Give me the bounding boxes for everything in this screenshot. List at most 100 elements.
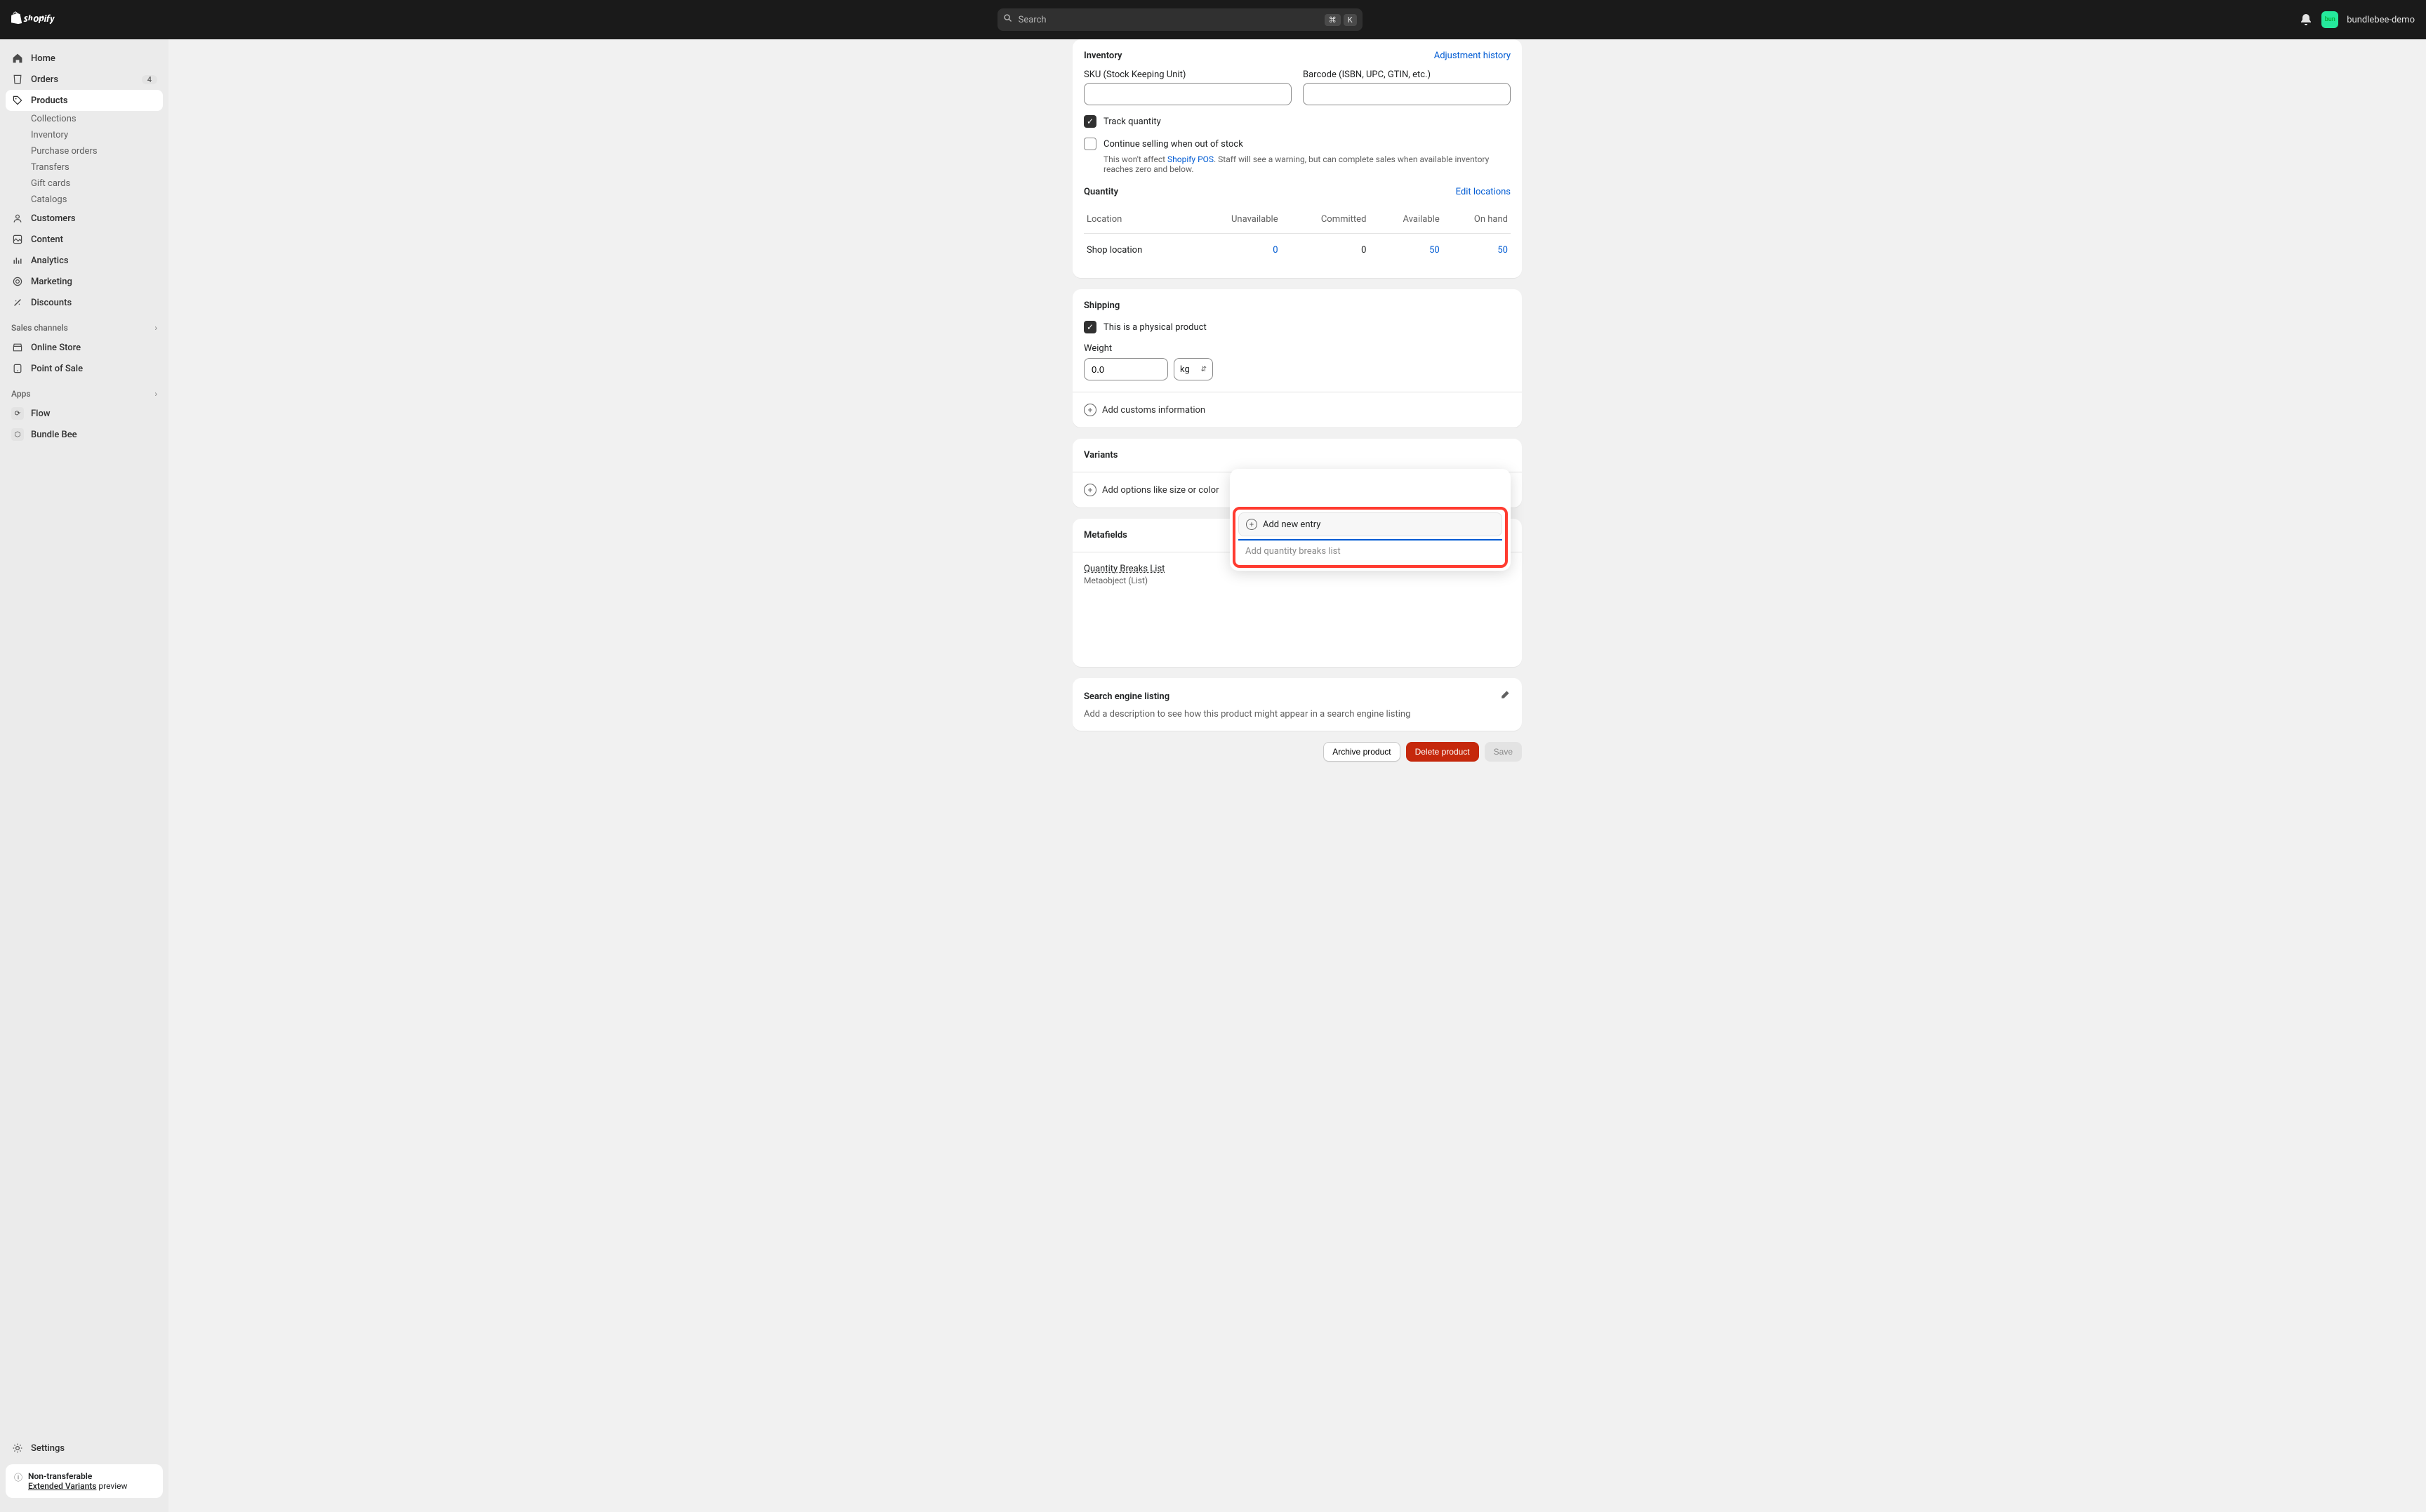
col-unavailable: Unavailable	[1190, 206, 1280, 234]
preview-notice: ⓘ Non-transferable Extended Variants pre…	[6, 1464, 163, 1498]
plus-circle-icon: +	[1246, 519, 1257, 530]
inventory-title: Inventory	[1084, 51, 1122, 61]
content-icon	[11, 233, 24, 246]
physical-product-checkbox[interactable]	[1084, 321, 1096, 333]
pos-icon	[11, 362, 24, 375]
footer-actions: Archive product Delete product Save	[1073, 742, 1522, 762]
seo-card: Search engine listing Add a description …	[1073, 678, 1522, 731]
info-icon: ⓘ	[14, 1471, 22, 1491]
sku-label: SKU (Stock Keeping Unit)	[1084, 69, 1292, 80]
nav-transfers[interactable]: Transfers	[6, 159, 163, 175]
store-icon	[11, 341, 24, 354]
store-avatar[interactable]: bun	[2321, 11, 2338, 28]
nav-collections[interactable]: Collections	[6, 111, 163, 127]
barcode-input[interactable]	[1303, 83, 1511, 105]
seo-title: Search engine listing	[1084, 691, 1169, 702]
metafields-card: Metafields Quantity Breaks List Metaobje…	[1073, 519, 1522, 667]
search-shortcut: ⌘ K	[1325, 14, 1357, 26]
add-customs-button[interactable]: + Add customs information	[1084, 404, 1511, 416]
col-location: Location	[1084, 206, 1190, 234]
products-icon	[11, 94, 24, 107]
bundle-bee-app-icon: ⬡	[11, 428, 24, 441]
nav-orders[interactable]: Orders 4	[6, 69, 163, 90]
notifications-icon[interactable]	[2299, 13, 2313, 27]
analytics-icon	[11, 254, 24, 267]
search-icon	[1003, 13, 1013, 26]
col-available: Available	[1369, 206, 1442, 234]
unavailable-value[interactable]: 0	[1273, 245, 1278, 256]
table-row: Shop location 0 0 50 50	[1084, 234, 1511, 267]
continue-selling-help: This won't affect Shopify POS. Staff wil…	[1103, 154, 1511, 174]
continue-selling-checkbox[interactable]	[1084, 138, 1096, 150]
nav-discounts[interactable]: Discounts	[6, 292, 163, 313]
shopify-logo[interactable]	[11, 11, 60, 29]
nav-marketing[interactable]: Marketing	[6, 271, 163, 292]
nav-flow[interactable]: ⟳ Flow	[6, 403, 163, 424]
nav-gift-cards[interactable]: Gift cards	[6, 175, 163, 192]
apps-header[interactable]: Apps ›	[6, 379, 163, 403]
nav-analytics[interactable]: Analytics	[6, 250, 163, 271]
available-value[interactable]: 50	[1429, 245, 1440, 256]
home-icon	[11, 52, 24, 65]
sidebar: Home Orders 4 Products Collections Inven…	[0, 39, 168, 1512]
nav-purchase-orders[interactable]: Purchase orders	[6, 143, 163, 159]
physical-product-label: This is a physical product	[1103, 322, 1207, 333]
gear-icon	[11, 1442, 24, 1454]
nav-products[interactable]: Products	[6, 90, 163, 111]
shipping-title: Shipping	[1084, 300, 1511, 311]
nav-point-of-sale[interactable]: Point of Sale	[6, 358, 163, 379]
nav-home[interactable]: Home	[6, 48, 163, 69]
nav-inventory[interactable]: Inventory	[6, 127, 163, 143]
main-content: Inventory Adjustment history SKU (Stock …	[168, 39, 2426, 818]
search-bar[interactable]: Search ⌘ K	[997, 8, 1363, 31]
search-placeholder: Search	[1019, 15, 1325, 25]
quantity-title: Quantity	[1084, 187, 1118, 197]
extended-variants-link[interactable]: Extended Variants	[28, 1481, 96, 1491]
inventory-card: Inventory Adjustment history SKU (Stock …	[1073, 39, 1522, 278]
save-button[interactable]: Save	[1485, 742, 1522, 762]
weight-label: Weight	[1084, 343, 1511, 354]
weight-unit-select[interactable]: kg ⇵	[1174, 358, 1213, 380]
nav-bundle-bee[interactable]: ⬡ Bundle Bee	[6, 424, 163, 445]
nav-online-store[interactable]: Online Store	[6, 337, 163, 358]
qbl-label[interactable]: Quantity Breaks List	[1084, 564, 1165, 574]
seo-description: Add a description to see how this produc…	[1084, 709, 1511, 719]
add-new-entry-button[interactable]: + Add new entry	[1238, 512, 1502, 536]
col-committed: Committed	[1281, 206, 1370, 234]
delete-product-button[interactable]: Delete product	[1406, 742, 1479, 762]
committed-value: 0	[1281, 234, 1370, 267]
continue-selling-label: Continue selling when out of stock	[1103, 139, 1243, 150]
sku-input[interactable]	[1084, 83, 1292, 105]
metafield-popover: + Add new entry Add quantity breaks list	[1230, 469, 1511, 571]
discounts-icon	[11, 296, 24, 309]
nav-catalogs[interactable]: Catalogs	[6, 192, 163, 208]
quantity-table: Location Unavailable Committed Available…	[1084, 206, 1511, 267]
col-onhand: On hand	[1443, 206, 1511, 234]
shopify-pos-link[interactable]: Shopify POS	[1167, 154, 1214, 164]
nav-customers[interactable]: Customers	[6, 208, 163, 229]
barcode-label: Barcode (ISBN, UPC, GTIN, etc.)	[1303, 69, 1511, 80]
archive-product-button[interactable]: Archive product	[1323, 742, 1400, 762]
shipping-card: Shipping This is a physical product Weig…	[1073, 289, 1522, 427]
flow-app-icon: ⟳	[11, 407, 24, 420]
edit-locations-link[interactable]: Edit locations	[1456, 187, 1511, 197]
sales-channels-header[interactable]: Sales channels ›	[6, 313, 163, 337]
chevron-right-icon: ›	[154, 389, 157, 399]
edit-seo-button[interactable]	[1499, 689, 1511, 703]
select-icon: ⇵	[1201, 366, 1207, 373]
weight-input[interactable]	[1084, 358, 1168, 380]
plus-circle-icon: +	[1084, 484, 1096, 496]
nav-content[interactable]: Content	[6, 229, 163, 250]
nav-settings[interactable]: Settings	[6, 1438, 163, 1459]
store-name[interactable]: bundlebee-demo	[2347, 15, 2415, 25]
highlight-annotation: + Add new entry Add quantity breaks list	[1233, 507, 1508, 568]
qbl-input-placeholder[interactable]: Add quantity breaks list	[1238, 541, 1502, 562]
customers-icon	[11, 212, 24, 225]
adjustment-history-link[interactable]: Adjustment history	[1434, 51, 1511, 61]
marketing-icon	[11, 275, 24, 288]
track-quantity-checkbox[interactable]	[1084, 115, 1096, 128]
track-quantity-label: Track quantity	[1103, 117, 1161, 127]
orders-badge: 4	[142, 75, 157, 84]
onhand-value[interactable]: 50	[1497, 245, 1508, 256]
plus-circle-icon: +	[1084, 404, 1096, 416]
